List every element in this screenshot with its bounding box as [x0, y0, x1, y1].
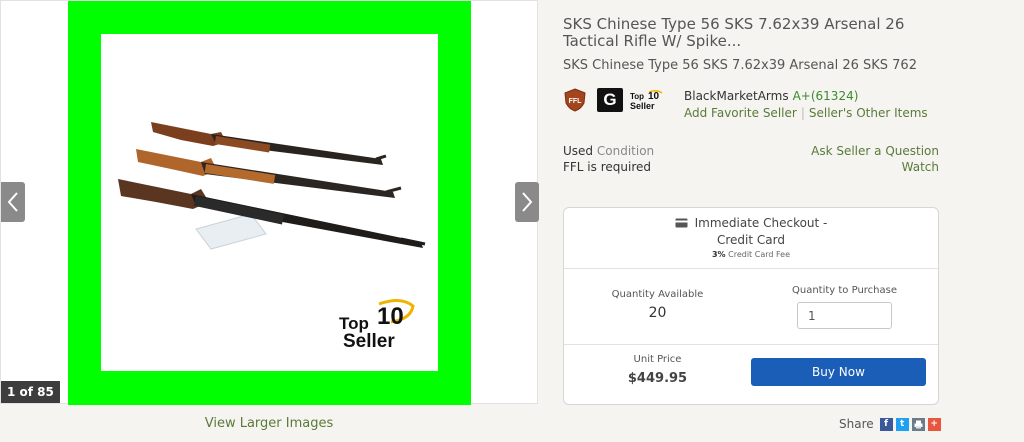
condition-info: Used Condition FFL is required — [563, 143, 654, 175]
g-badge-label: G — [603, 90, 617, 109]
listing-subtitle: SKS Chinese Type 56 SKS 7.62x39 Arsenal … — [563, 58, 917, 73]
condition-value: Used — [563, 144, 594, 158]
credit-card-fee: 3% Credit Card Fee — [564, 250, 938, 259]
quantity-section: Quantity Available 20 Quantity to Purcha… — [564, 269, 938, 345]
stand-shape — [195, 213, 267, 250]
svg-text:Seller: Seller — [343, 331, 395, 352]
chevron-right-icon — [522, 192, 533, 212]
purchase-box: Immediate Checkout - Credit Card 3% Cred… — [563, 207, 939, 405]
ffl-badge-icon: FFL — [564, 88, 586, 112]
seller-name[interactable]: BlackMarketArms — [684, 89, 789, 103]
top10-watermark: Top 10 Seller — [339, 299, 415, 352]
quantity-available-value: 20 — [648, 305, 667, 321]
quantity-available-label: Quantity Available — [611, 289, 704, 300]
seller-other-items-link[interactable]: Seller's Other Items — [809, 106, 928, 120]
image-gallery: Top 10 Seller 1 of 85 — [0, 0, 539, 405]
chevron-left-icon — [7, 192, 18, 212]
ffl-required-text: FFL is required — [563, 160, 651, 174]
unit-price-value: $449.95 — [627, 371, 688, 386]
print-icon[interactable] — [911, 417, 925, 431]
unit-price-label: Unit Price — [633, 354, 682, 365]
buy-now-button[interactable]: Buy Now — [751, 358, 926, 386]
prev-image-button[interactable] — [1, 182, 25, 222]
checkout-section: Immediate Checkout - Credit Card 3% Cred… — [564, 208, 938, 269]
quantity-to-purchase-label: Quantity to Purchase — [791, 285, 898, 296]
image-counter: 1 of 85 — [1, 381, 60, 403]
checkout-title: Immediate Checkout - — [694, 216, 828, 230]
svg-text:FFL: FFL — [569, 98, 583, 105]
next-image-button[interactable] — [515, 182, 539, 222]
image-frame: Top 10 Seller — [68, 1, 471, 405]
credit-card-icon — [675, 218, 688, 228]
checkout-method: Credit Card — [717, 233, 785, 247]
rifle-top — [151, 122, 387, 165]
rifles-image: Top 10 Seller — [118, 122, 426, 352]
svg-text:Top: Top — [630, 92, 644, 101]
twitter-icon[interactable]: t — [895, 417, 909, 431]
quantity-input[interactable] — [797, 302, 892, 329]
printer-glyph — [914, 420, 923, 428]
price-section: Unit Price $449.95 Buy Now — [564, 345, 938, 405]
fee-label: Credit Card Fee — [728, 250, 790, 259]
link-separator: | — [800, 106, 805, 120]
facebook-icon[interactable]: f — [879, 417, 893, 431]
top10-seller-badge-icon: Top 10 Seller — [630, 89, 663, 111]
ask-seller-question-link[interactable]: Ask Seller a Question — [811, 143, 939, 159]
svg-text:Seller: Seller — [630, 101, 655, 111]
share-label: Share — [839, 417, 874, 431]
g-badge-icon: G — [597, 88, 623, 112]
svg-text:10: 10 — [377, 303, 404, 330]
fee-percent: 3% — [711, 250, 726, 259]
watch-link[interactable]: Watch — [811, 159, 939, 175]
share-bar: Share f t + — [839, 417, 941, 431]
plus-icon[interactable]: + — [927, 417, 941, 431]
seller-actions: Ask Seller a Question Watch — [811, 143, 939, 175]
seller-rating: A+(61324) — [792, 89, 859, 103]
seller-badges: FFL G Top 10 Seller — [563, 88, 665, 112]
listing-title: SKS Chinese Type 56 SKS 7.62x39 Arsenal … — [563, 15, 905, 50]
rifle-bottom — [118, 179, 426, 248]
view-larger-images-link[interactable]: View Larger Images — [0, 416, 538, 431]
product-photo[interactable]: Top 10 Seller — [101, 34, 438, 371]
add-favorite-seller-link[interactable]: Add Favorite Seller — [684, 106, 797, 120]
condition-label: Condition — [596, 144, 655, 158]
seller-info: BlackMarketArms A+(61324) Add Favorite Se… — [684, 88, 928, 122]
